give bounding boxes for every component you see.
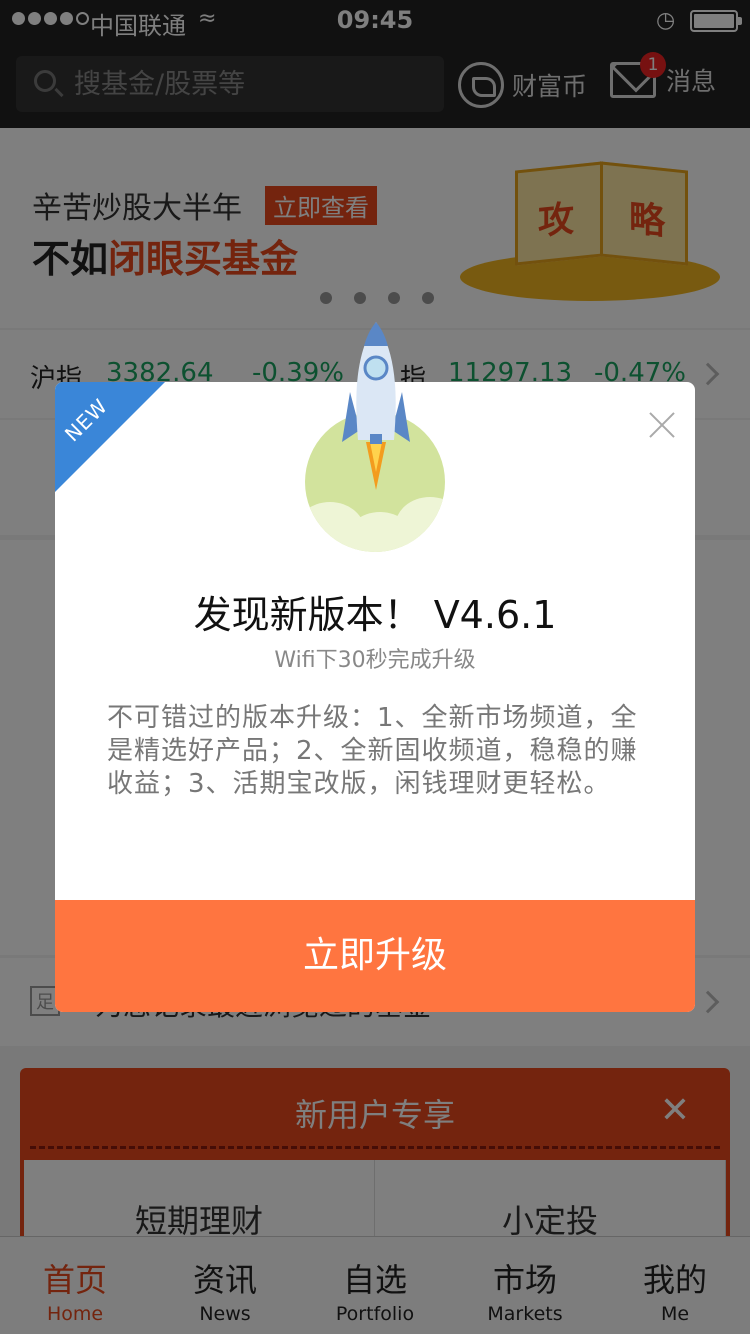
close-icon[interactable] [645,408,679,442]
update-subtitle: Wifi下30秒完成升级 [274,648,476,673]
new-ribbon-label: NEW [59,393,113,447]
upgrade-now-button[interactable]: 立即升级 [55,900,695,1012]
rocket-icon [342,322,410,490]
update-title: 发现新版本！ V4.6.1 [193,593,557,637]
update-notes: 不可错过的版本升级：1、全新市场频道，全是精选好产品；2、全新固收频道，稳稳的赚… [107,703,638,799]
new-ribbon: NEW [55,382,165,492]
